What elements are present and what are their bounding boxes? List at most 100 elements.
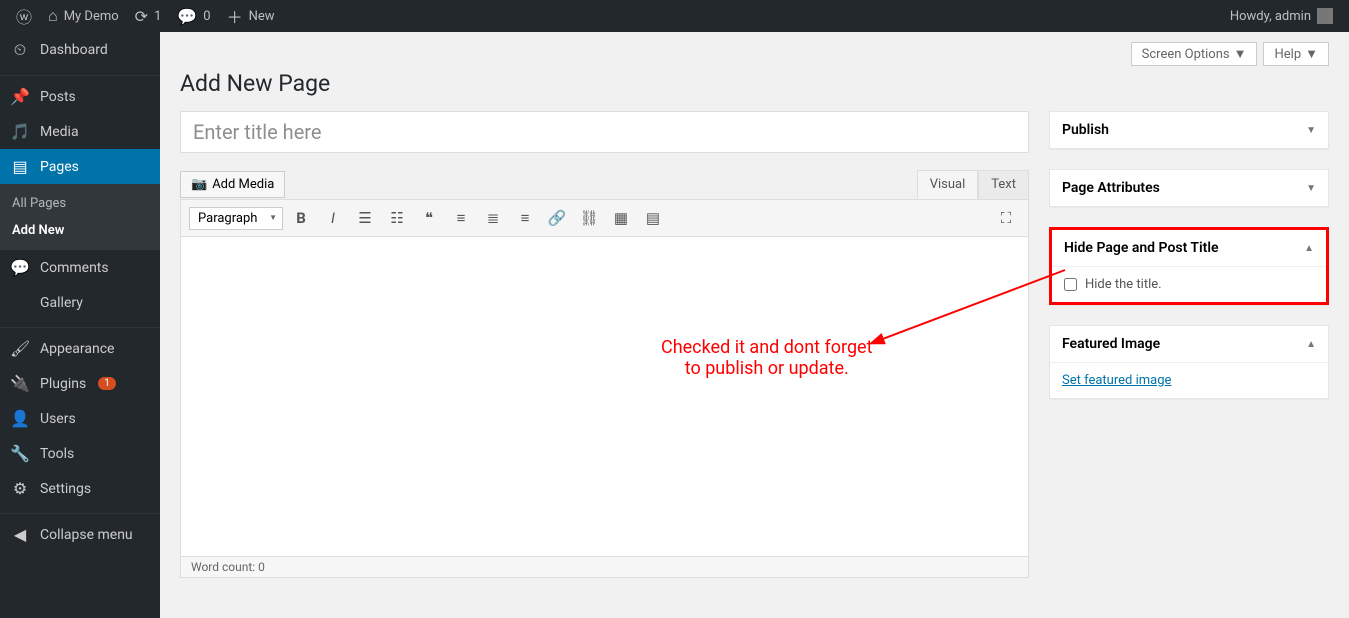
annotation-line-2: to publish or update.: [661, 358, 873, 379]
menu-settings[interactable]: ⚙ Settings: [0, 471, 160, 506]
site-link[interactable]: ⌂ My Demo: [40, 0, 127, 32]
sliders-icon: ⚙: [10, 479, 30, 498]
menu-settings-label: Settings: [40, 481, 91, 497]
tab-visual[interactable]: Visual: [917, 170, 979, 199]
page-attributes-title: Page Attributes: [1062, 180, 1160, 196]
meta-column: Publish ▼ Page Attributes▼ Hide Page and …: [1049, 111, 1329, 419]
page-icon: ▤: [10, 157, 30, 176]
bold-button[interactable]: B: [287, 205, 315, 231]
screen-options-button[interactable]: Screen Options ▼: [1131, 42, 1258, 66]
hide-title-header[interactable]: Hide Page and Post Title▲: [1052, 230, 1326, 267]
fullscreen-button[interactable]: ⛶: [992, 205, 1020, 231]
updates-link[interactable]: ⟳1: [127, 0, 170, 32]
plug-icon: 🔌: [10, 374, 30, 393]
chevron-up-icon: ▲: [1306, 339, 1316, 350]
menu-appearance-label: Appearance: [40, 341, 114, 357]
featured-image-title: Featured Image: [1062, 336, 1160, 352]
menu-media[interactable]: 🎵 Media: [0, 114, 160, 149]
menu-media-label: Media: [40, 124, 79, 140]
set-featured-link[interactable]: Set featured image: [1062, 373, 1171, 388]
menu-appearance[interactable]: 🖌 Appearance: [0, 331, 160, 366]
collapse-icon: ◀: [10, 525, 30, 544]
menu-collapse-label: Collapse menu: [40, 527, 133, 543]
adminbar-left: ⓦ ⌂ My Demo ⟳1 💬0 ＋New: [8, 0, 283, 32]
title-input[interactable]: [180, 111, 1029, 153]
hide-title-label[interactable]: Hide the title.: [1064, 277, 1314, 292]
site-name: My Demo: [64, 9, 119, 24]
menu-plugins[interactable]: 🔌Plugins1: [0, 366, 160, 401]
menu-pages[interactable]: ▤ Pages: [0, 149, 160, 184]
top-actions: Screen Options ▼ Help ▼: [180, 42, 1329, 66]
menu-tools-label: Tools: [40, 446, 74, 462]
wrench-icon: 🔧: [10, 444, 30, 463]
greeting: Howdy, admin: [1230, 9, 1311, 24]
home-icon: ⌂: [48, 6, 58, 26]
avatar: [1317, 8, 1333, 24]
readmore-button[interactable]: ▦: [607, 205, 635, 231]
bullet-list-button[interactable]: ☰: [351, 205, 379, 231]
chevron-down-icon: ▼: [1234, 46, 1247, 62]
chevron-up-icon: ▲: [1304, 243, 1314, 254]
hide-title-text: Hide the title.: [1085, 277, 1162, 292]
help-label: Help: [1274, 47, 1301, 62]
submenu-all-pages[interactable]: All Pages: [0, 190, 160, 217]
wp-logo[interactable]: ⓦ: [8, 0, 40, 32]
tab-text[interactable]: Text: [978, 170, 1029, 199]
menu-dashboard-label: Dashboard: [40, 42, 108, 58]
publish-title: Publish: [1062, 122, 1109, 138]
menu-gallery[interactable]: Gallery: [0, 285, 160, 320]
admin-bar: ⓦ ⌂ My Demo ⟳1 💬0 ＋New Howdy, admin: [0, 0, 1349, 32]
featured-image-header[interactable]: Featured Image ▲: [1050, 326, 1328, 363]
wordpress-icon: ⓦ: [16, 4, 32, 28]
word-count: Word count: 0: [180, 557, 1029, 578]
format-select[interactable]: Paragraph: [189, 207, 283, 230]
submenu-add-new[interactable]: Add New: [0, 217, 160, 244]
menu-users-label: Users: [40, 411, 76, 427]
menu-tools[interactable]: 🔧 Tools: [0, 436, 160, 471]
brush-icon: 🖌: [10, 339, 30, 358]
adminbar-right[interactable]: Howdy, admin: [1230, 8, 1341, 24]
hide-title-checkbox[interactable]: [1064, 278, 1077, 291]
annotation-text: Checked it and dont forget to publish or…: [661, 337, 873, 379]
menu-pages-label: Pages: [40, 159, 79, 175]
link-button[interactable]: 🔗: [543, 205, 571, 231]
add-media-button[interactable]: 📷Add Media: [180, 171, 285, 198]
user-icon: 👤: [10, 409, 30, 428]
unlink-button[interactable]: ⛓: [575, 205, 603, 231]
numbered-list-button[interactable]: ☷: [383, 205, 411, 231]
editor-toolbar: Paragraph B I ☰ ☷ ❝ ≡ ≣ ≡ 🔗 ⛓ ▦ ▤ ⛶: [180, 199, 1029, 237]
align-left-button[interactable]: ≡: [447, 205, 475, 231]
menu-collapse[interactable]: ◀ Collapse menu: [0, 517, 160, 552]
publish-header[interactable]: Publish ▼: [1050, 112, 1328, 148]
editor-body[interactable]: Checked it and dont forget to publish or…: [180, 237, 1029, 557]
screen-options-label: Screen Options: [1142, 47, 1230, 62]
menu-dashboard[interactable]: ⏲ Dashboard: [0, 32, 160, 68]
editor-tabs: Visual Text: [180, 170, 1029, 199]
new-link[interactable]: ＋New: [219, 0, 283, 32]
menu-posts[interactable]: 📌Posts: [0, 79, 160, 114]
admin-sidebar: ⏲ Dashboard 📌Posts 🎵 Media ▤ Pages All Page…: [0, 32, 160, 618]
align-center-button[interactable]: ≣: [479, 205, 507, 231]
dashboard-icon: ⏲: [10, 40, 30, 60]
align-right-button[interactable]: ≡: [511, 205, 539, 231]
menu-users[interactable]: 👤 Users: [0, 401, 160, 436]
page-attributes-header[interactable]: Page Attributes▼: [1050, 170, 1328, 206]
toolbar-toggle-button[interactable]: ▤: [639, 205, 667, 231]
featured-image-box: Featured Image ▲ Set featured image: [1049, 325, 1329, 399]
publish-box: Publish ▼: [1049, 111, 1329, 149]
hide-title-box: Hide Page and Post Title▲ Hide the title…: [1049, 227, 1329, 305]
comments-link[interactable]: 💬0: [169, 0, 218, 32]
new-label: New: [249, 9, 275, 24]
chevron-down-icon: ▼: [1306, 125, 1316, 136]
chevron-down-icon: ▼: [1305, 46, 1318, 62]
menu-comments[interactable]: 💬Comments: [0, 250, 160, 285]
annotation-line-1: Checked it and dont forget: [661, 337, 873, 358]
gallery-icon: [10, 293, 30, 312]
italic-button[interactable]: I: [319, 205, 347, 231]
help-button[interactable]: Help ▼: [1263, 42, 1329, 66]
pages-submenu: All Pages Add New: [0, 184, 160, 250]
content-area: 📷Add Media Visual Text Paragraph B I ☰ ☷…: [180, 111, 1329, 578]
main-content: Screen Options▼ Help▼ Add New Page 📷Add …: [160, 32, 1349, 578]
media-icon: 🎵: [10, 122, 30, 141]
quote-button[interactable]: ❝: [415, 205, 443, 231]
